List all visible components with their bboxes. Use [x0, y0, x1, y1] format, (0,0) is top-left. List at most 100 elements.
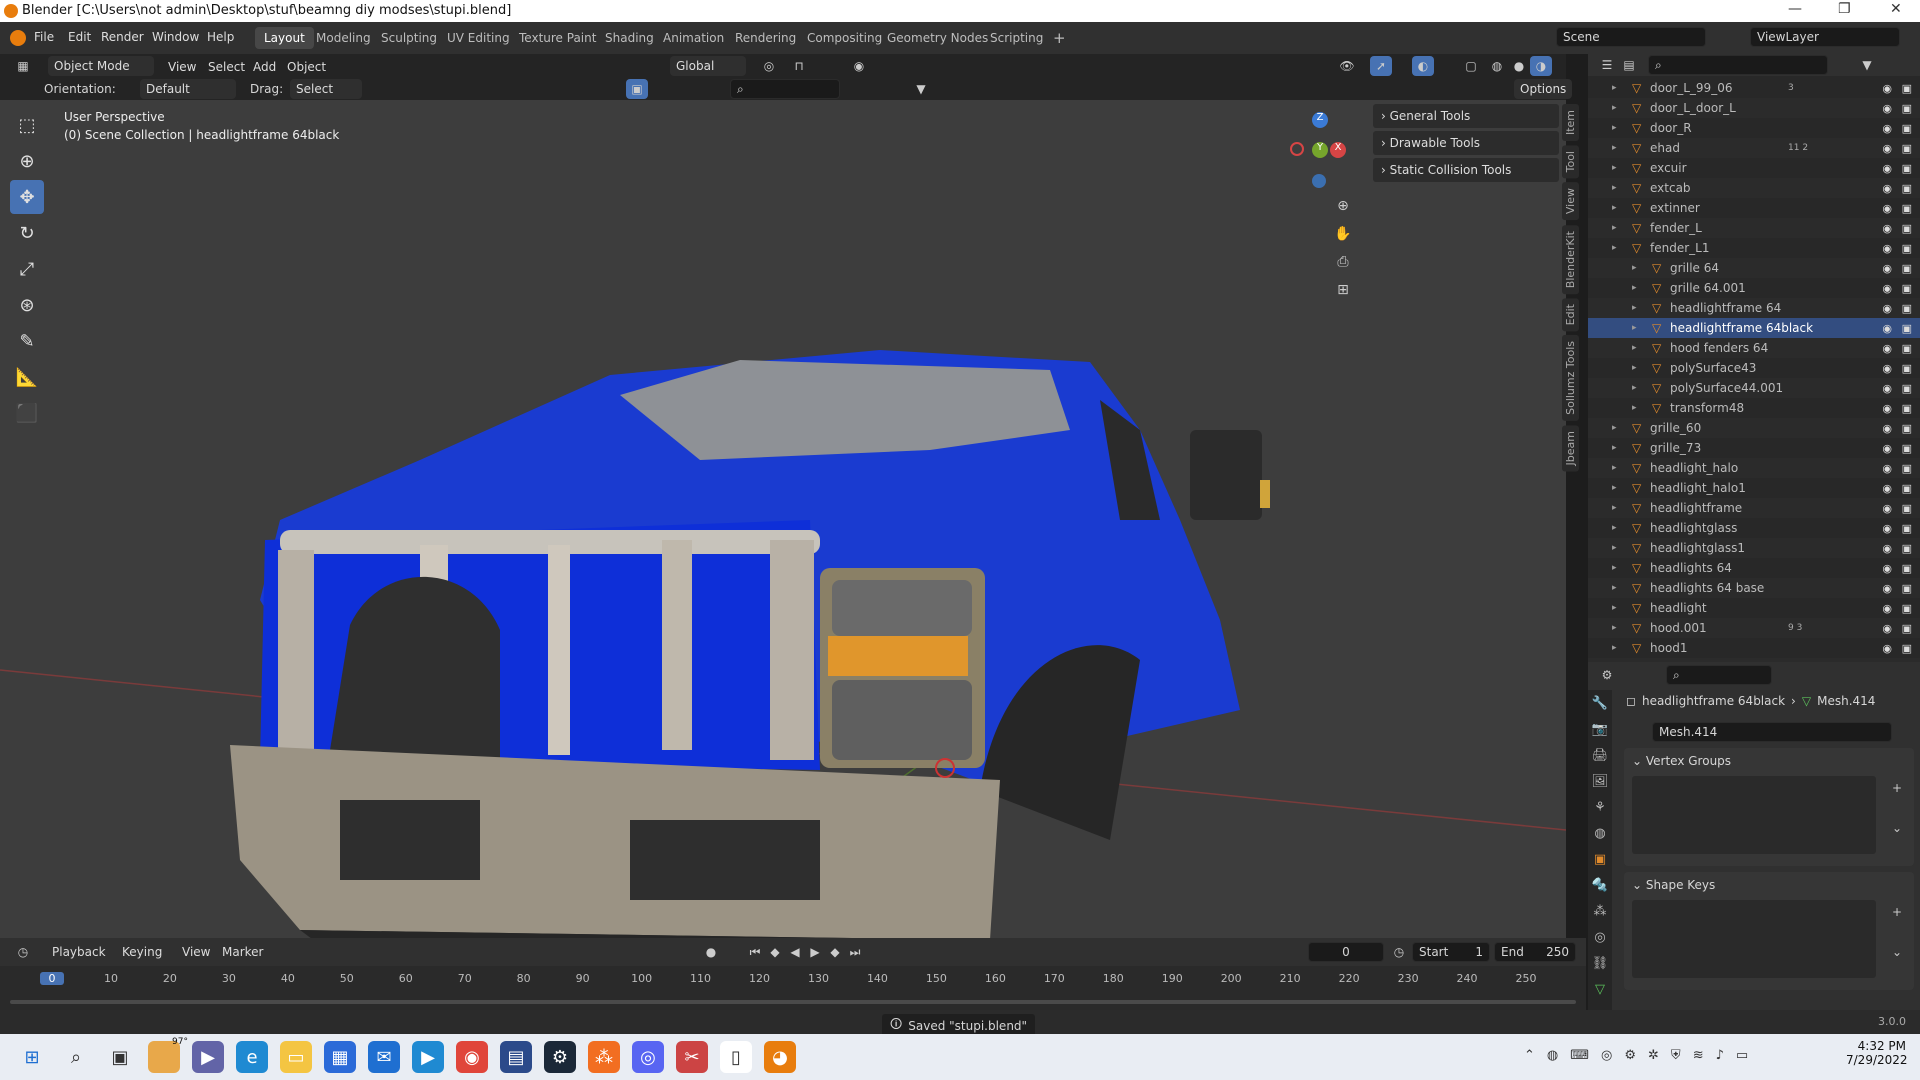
outliner-row[interactable]: ▸ ▽ excuir ◉ ▣	[1588, 158, 1920, 178]
timeline-menu-playback[interactable]: Playback	[52, 945, 106, 959]
timeline-scrollbar[interactable]	[10, 1000, 1576, 1004]
outliner-row-label[interactable]: polySurface43	[1670, 361, 1756, 375]
visibility-eye-icon[interactable]: ◉	[1882, 362, 1892, 375]
visibility-eye-icon[interactable]: ◉	[1882, 182, 1892, 195]
visibility-eye-icon[interactable]: ◉	[1882, 322, 1892, 335]
scene-tab-icon[interactable]: ⚘	[1588, 794, 1612, 820]
prev-keyframe-icon[interactable]: ◆	[764, 942, 786, 962]
search-icon[interactable]: ⌕	[60, 1041, 92, 1073]
render-camera-icon[interactable]: ▣	[1902, 382, 1912, 395]
start-frame-field[interactable]: Start 1	[1412, 942, 1490, 962]
chrome-icon[interactable]: ◉	[456, 1041, 488, 1073]
taskbar-clock[interactable]: 4:32 PM 7/29/2022	[1846, 1039, 1908, 1067]
tab-animation[interactable]: Animation	[654, 27, 733, 49]
outliner-row-label[interactable]: grille 64.001	[1670, 281, 1746, 295]
outliner-row[interactable]: ▸ ▽ headlights 64 ◉ ▣	[1588, 558, 1920, 578]
outliner-row[interactable]: ▸ ▽ door_R ◉ ▣	[1588, 118, 1920, 138]
outliner-row[interactable]: ▸ ▽ door_L_door_L ◉ ▣	[1588, 98, 1920, 118]
outliner-row-label[interactable]: headlightglass1	[1650, 541, 1745, 555]
sidebar-tab-tool[interactable]: Tool	[1562, 145, 1579, 179]
tab-shading[interactable]: Shading	[596, 27, 663, 49]
outliner-search-input[interactable]: ⌕	[1648, 55, 1828, 75]
expand-chevron-icon[interactable]: ▸	[1612, 83, 1617, 93]
render-camera-icon[interactable]: ▣	[1902, 142, 1912, 155]
render-camera-icon[interactable]: ▣	[1902, 182, 1912, 195]
expand-chevron-icon[interactable]: ▸	[1612, 463, 1617, 473]
tab-sculpting[interactable]: Sculpting	[372, 27, 446, 49]
tab-uv-editing[interactable]: UV Editing	[438, 27, 519, 49]
discord-icon[interactable]: ◎	[632, 1041, 664, 1073]
add-workspace-button[interactable]: +	[1044, 27, 1075, 49]
pivot-icon[interactable]: ◎	[758, 56, 780, 76]
menu-help[interactable]: Help	[207, 30, 234, 44]
render-camera-icon[interactable]: ▣	[1902, 282, 1912, 295]
tray-battery-icon[interactable]: ▭	[1736, 1048, 1748, 1063]
outliner-row-label[interactable]: headlightframe 64	[1670, 301, 1781, 315]
expand-chevron-icon[interactable]: ▸	[1632, 283, 1637, 293]
close-button[interactable]: ✕	[1890, 1, 1902, 17]
visibility-eye-icon[interactable]: ◉	[1882, 462, 1892, 475]
shading-solid-icon[interactable]: ●	[1508, 56, 1530, 76]
render-camera-icon[interactable]: ▣	[1902, 402, 1912, 415]
outliner-row-label[interactable]: headlightframe 64black	[1670, 321, 1813, 335]
outliner-row[interactable]: ▸ ▽ grille_73 ◉ ▣	[1588, 438, 1920, 458]
jump-end-icon[interactable]: ⏭	[844, 942, 866, 962]
outliner-display-mode-icon[interactable]: ☰	[1596, 55, 1618, 75]
render-camera-icon[interactable]: ▣	[1902, 442, 1912, 455]
render-camera-icon[interactable]: ▣	[1902, 242, 1912, 255]
sidebar-tab-jbeam[interactable]: Jbeam	[1562, 424, 1579, 472]
object-tab-icon[interactable]: ▣	[1588, 846, 1612, 872]
render-camera-icon[interactable]: ▣	[1902, 622, 1912, 635]
visibility-eye-icon[interactable]: ◉	[1882, 162, 1892, 175]
outliner-row[interactable]: ▸ ▽ grille 64.001 ◉ ▣	[1588, 278, 1920, 298]
outliner-row-label[interactable]: transform48	[1670, 401, 1744, 415]
outliner-row[interactable]: ▸ ▽ grille_60 ◉ ▣	[1588, 418, 1920, 438]
measure-tool-icon[interactable]: 📐	[10, 360, 44, 394]
visibility-eye-icon[interactable]: ◉	[1882, 562, 1892, 575]
outliner-row-label[interactable]: headlight_halo1	[1650, 481, 1746, 495]
tab-modeling[interactable]: Modeling	[307, 27, 380, 49]
sidebar-tab-blenderkit[interactable]: BlenderKit	[1562, 224, 1579, 294]
next-keyframe-icon[interactable]: ◆	[824, 942, 846, 962]
visibility-eye-icon[interactable]: ◉	[1882, 402, 1892, 415]
constraints-tab-icon[interactable]: ⛓	[1588, 950, 1612, 976]
panel-general-tools[interactable]: › General Tools	[1373, 104, 1559, 128]
tray-gear-icon[interactable]: ✲	[1648, 1048, 1659, 1063]
expand-chevron-icon[interactable]: ▸	[1632, 323, 1637, 333]
outliner-row[interactable]: ▸ ▽ headlight ◉ ▣	[1588, 598, 1920, 618]
render-camera-icon[interactable]: ▣	[1902, 162, 1912, 175]
visibility-eye-icon[interactable]: ◉	[1882, 382, 1892, 395]
options-dropdown[interactable]: Options	[1514, 79, 1573, 99]
tool-tab-icon[interactable]: 🔧	[1588, 690, 1612, 716]
outliner-row[interactable]: ▸ ▽ headlightglass ◉ ▣	[1588, 518, 1920, 538]
viewport-menu-view[interactable]: View	[168, 60, 196, 74]
render-camera-icon[interactable]: ▣	[1902, 102, 1912, 115]
outliner-row-label[interactable]: headlights 64 base	[1650, 581, 1764, 595]
outliner-row-label[interactable]: headlightglass	[1650, 521, 1737, 535]
outliner-row[interactable]: ▸ ▽ ehad 11 2 ◉ ▣	[1588, 138, 1920, 158]
visibility-eye-icon[interactable]: ◉	[1882, 582, 1892, 595]
panel-drawable-tools[interactable]: › Drawable Tools	[1373, 131, 1559, 155]
expand-chevron-icon[interactable]: ▸	[1612, 243, 1617, 253]
visibility-eye-icon[interactable]: ◉	[1882, 522, 1892, 535]
timeline-menu-marker[interactable]: Marker	[222, 945, 263, 959]
snap-icon[interactable]: ⊓	[788, 56, 810, 76]
visibility-eye-icon[interactable]: ◉	[1882, 502, 1892, 515]
render-camera-icon[interactable]: ▣	[1902, 562, 1912, 575]
annotate-tool-icon[interactable]: ✎	[10, 324, 44, 358]
visibility-eye-icon[interactable]: ◉	[1882, 342, 1892, 355]
panel-static-collision-tools[interactable]: › Static Collision Tools	[1373, 158, 1559, 182]
outliner-row-label[interactable]: headlight_halo	[1650, 461, 1738, 475]
tray-wifi-icon[interactable]: ≋	[1693, 1048, 1704, 1063]
outliner-row-label[interactable]: polySurface44.001	[1670, 381, 1783, 395]
render-camera-icon[interactable]: ▣	[1902, 522, 1912, 535]
outliner-filter-type-icon[interactable]: ▤	[1618, 55, 1640, 75]
mode-dropdown[interactable]: Object Mode	[48, 56, 154, 76]
expand-chevron-icon[interactable]: ▸	[1612, 423, 1617, 433]
gizmo-y-icon[interactable]: Y	[1312, 142, 1328, 158]
messaging-icon[interactable]: ▶	[412, 1041, 444, 1073]
shading-wireframe-icon[interactable]: ◍	[1486, 56, 1508, 76]
physics-tab-icon[interactable]: ◎	[1588, 924, 1612, 950]
edge-icon[interactable]: e	[236, 1041, 268, 1073]
outliner-row-label[interactable]: headlightframe	[1650, 501, 1742, 515]
